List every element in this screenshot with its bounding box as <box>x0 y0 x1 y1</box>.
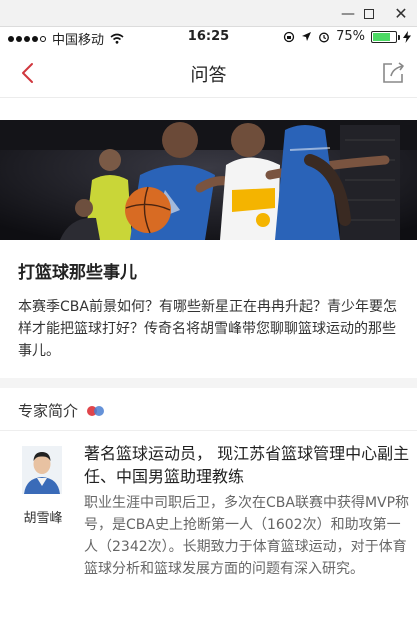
close-button[interactable]: ✕ <box>385 0 417 27</box>
hero-image <box>0 120 417 240</box>
section-title: 专家简介 <box>18 402 79 420</box>
expert-headline: 著名篮球运动员， 现江苏省篮球管理中心副主任、中国男篮助理教练 <box>84 444 410 486</box>
battery-icon <box>371 30 400 43</box>
alarm-icon <box>319 32 330 42</box>
section-separator <box>0 378 417 388</box>
expert-name: 胡雪峰 <box>23 511 63 526</box>
basketball-photo <box>0 120 417 240</box>
status-bar: 中国移动 16:25 75% <box>0 27 417 48</box>
expert-avatar[interactable] <box>22 446 62 494</box>
charging-icon <box>403 30 411 43</box>
avatar-photo <box>22 446 62 494</box>
share-icon <box>383 62 404 83</box>
share-button[interactable] <box>381 60 407 86</box>
overlap-circles-icon <box>87 405 105 416</box>
expert-bio: 职业生涯中司职后卫，多次在CBA联赛中获得MVP称号，是CBA史上抢断第一人（1… <box>84 495 410 577</box>
maximize-icon <box>364 8 374 19</box>
battery-percent: 75% <box>336 29 365 44</box>
window-titlebar: — ✕ <box>0 0 417 27</box>
maximize-button[interactable] <box>349 0 389 27</box>
article-description: 本赛季CBA前景如何？有哪些新星正在冉冉升起？青少年要怎样才能把篮球打好？传奇名… <box>18 299 397 359</box>
expert-section-header: 专家简介 <box>18 400 106 421</box>
location-icon <box>302 32 312 41</box>
article-title: 打篮球那些事儿 <box>18 263 137 283</box>
nav-bar: 问答 <box>0 48 417 98</box>
divider <box>0 430 417 431</box>
page-title: 问答 <box>190 65 227 86</box>
rotation-lock-icon <box>283 31 295 42</box>
